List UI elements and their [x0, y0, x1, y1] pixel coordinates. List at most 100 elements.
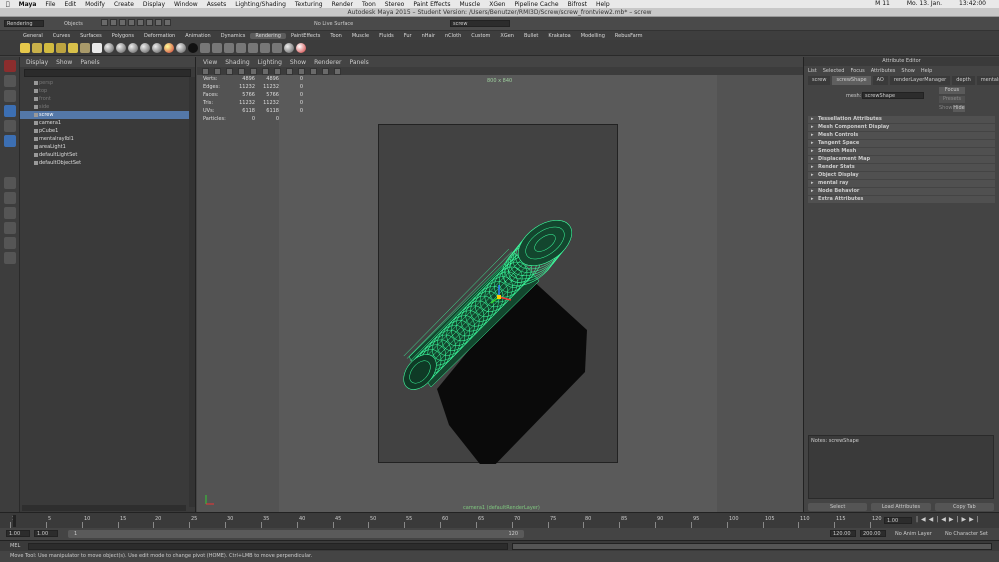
live-surface-label[interactable]: No Live Surface — [314, 21, 353, 27]
shelf-tab-rendering[interactable]: Rendering — [250, 32, 286, 39]
attr-menu-selected[interactable]: Selected — [823, 68, 845, 74]
textured-icon[interactable] — [274, 68, 281, 75]
apple-icon[interactable]:  — [6, 1, 10, 8]
outliner-item[interactable]: defaultLightSet — [20, 151, 195, 159]
rebus-icon[interactable] — [296, 42, 306, 53]
attr-section[interactable]: Tessellation Attributes — [808, 116, 995, 123]
presets-button[interactable]: Presets — [939, 96, 965, 103]
attr-tab[interactable]: screw — [808, 76, 831, 85]
shelf-tab-surfaces[interactable]: Surfaces — [75, 33, 107, 39]
layout-four-icon[interactable] — [4, 192, 16, 204]
menu-xgen[interactable]: XGen — [489, 1, 505, 8]
anim-layer-dropdown[interactable]: No Anim Layer — [895, 531, 932, 537]
shelf-tab-bullet[interactable]: Bullet — [519, 33, 543, 39]
outliner-item[interactable]: defaultObjectSet — [20, 159, 195, 167]
attr-section[interactable]: Tangent Space — [808, 140, 995, 147]
shelf-tab-ncloth[interactable]: nCloth — [440, 33, 466, 39]
outliner-item[interactable]: pCube1 — [20, 127, 195, 135]
outliner-scrollbar[interactable] — [189, 77, 195, 507]
shelf-tab-curves[interactable]: Curves — [48, 33, 75, 39]
menu-render[interactable]: Render — [332, 1, 353, 8]
layered-shader-icon[interactable] — [176, 42, 186, 53]
play-icon[interactable]: ▶ — [949, 516, 957, 523]
time-slider[interactable]: 1510152025303540455055606570758085909510… — [0, 512, 999, 528]
shelf-tab-rebusfarm[interactable]: RebusFarm — [610, 33, 648, 39]
blinn-shader-icon[interactable] — [104, 42, 114, 53]
render-settings-icon[interactable] — [164, 19, 171, 26]
viewport[interactable]: Verts: 4896 4896 0 Edges: 11232 11232 0 Faces: 57… — [197, 75, 803, 512]
attr-tab[interactable]: mentalrayIt — [976, 76, 999, 85]
layout-graph-icon[interactable] — [4, 237, 16, 249]
ipr-render-icon[interactable] — [236, 42, 246, 53]
layout-single-icon[interactable] — [4, 177, 16, 189]
menu-set-dropdown[interactable]: Rendering — [4, 20, 44, 27]
render-frame-icon[interactable] — [224, 42, 234, 53]
attr-tab[interactable]: screwShape — [832, 76, 871, 85]
attr-section[interactable]: Smooth Mesh — [808, 148, 995, 155]
viewport-menu-renderer[interactable]: Renderer — [314, 59, 341, 66]
attr-tab[interactable]: depth — [952, 76, 975, 85]
mental-ray-icon[interactable] — [284, 42, 294, 53]
render-icon[interactable] — [146, 19, 153, 26]
volume-light-icon[interactable] — [68, 42, 78, 53]
wireframe-icon[interactable] — [250, 68, 257, 75]
grid-toggle-icon[interactable] — [238, 68, 245, 75]
snap-point-icon[interactable] — [119, 19, 126, 26]
menu-muscle[interactable]: Muscle — [459, 1, 480, 8]
render-globals-icon[interactable] — [248, 42, 258, 53]
ipr-icon[interactable] — [155, 19, 162, 26]
resolution-gate-icon[interactable] — [334, 68, 341, 75]
hypershade-icon[interactable] — [92, 42, 102, 53]
shelf-tab-modelling[interactable]: Modelling — [576, 33, 610, 39]
paint-select-icon[interactable] — [4, 90, 16, 102]
point-light-icon[interactable] — [44, 42, 54, 53]
shelf-tab-dynamics[interactable]: Dynamics — [216, 33, 251, 39]
attr-menu-focus[interactable]: Focus — [850, 68, 864, 74]
step-back-icon[interactable]: ◀| — [929, 516, 942, 523]
shelf-tab-fluids[interactable]: Fluids — [374, 33, 399, 39]
menu-create[interactable]: Create — [114, 1, 134, 8]
camera-select-icon[interactable] — [202, 68, 209, 75]
ramp-shader-icon[interactable] — [164, 42, 174, 53]
shelf-tab-animation[interactable]: Animation — [180, 33, 216, 39]
play-back-icon[interactable]: ◀ — [941, 516, 949, 523]
layout-side-icon[interactable] — [4, 207, 16, 219]
shelf-tab-custom[interactable]: Custom — [466, 33, 495, 39]
shelf-tab-nhair[interactable]: nHair — [417, 33, 440, 39]
outliner-menu-panels[interactable]: Panels — [80, 59, 99, 66]
go-end-icon[interactable]: ▶| — [969, 516, 982, 523]
isolate-icon[interactable] — [322, 68, 329, 75]
step-forward-icon[interactable]: |▶ — [957, 516, 970, 523]
attr-menu-help[interactable]: Help — [921, 68, 932, 74]
phonge-shader-icon[interactable] — [140, 42, 150, 53]
outliner-item[interactable]: persp — [20, 79, 195, 87]
copy-tab-button[interactable]: Copy Tab — [934, 503, 994, 511]
show-button[interactable]: Show — [939, 105, 953, 112]
end-time-field[interactable]: 200.00 — [860, 530, 886, 537]
viewport-menu-lighting[interactable]: Lighting — [258, 59, 282, 66]
menu-edit[interactable]: Edit — [64, 1, 76, 8]
menu-texturing[interactable]: Texturing — [295, 1, 323, 8]
mesh-name-field[interactable]: screwShape — [862, 92, 924, 99]
snap-grid-icon[interactable] — [101, 19, 108, 26]
rotate-tool-icon[interactable] — [4, 120, 16, 132]
area-light-icon[interactable] — [56, 42, 66, 53]
range-slider[interactable]: 1 120 — [68, 530, 524, 538]
outliner-item[interactable]: mentalrayIbl1 — [20, 135, 195, 143]
menu-toon[interactable]: Toon — [362, 1, 376, 8]
ambient-light-icon[interactable] — [80, 42, 90, 53]
playback-end-field[interactable]: 120.00 — [830, 530, 856, 537]
shelf-tab-krakatoa[interactable]: Krakatoa — [543, 33, 575, 39]
load-attributes-button[interactable]: Load Attributes — [871, 503, 931, 511]
menu-lighting-shading[interactable]: Lighting/Shading — [235, 1, 286, 8]
menu-paint-effects[interactable]: Paint Effects — [413, 1, 450, 8]
attr-tab[interactable]: AO — [872, 76, 888, 85]
attr-section[interactable]: Render Stats — [808, 164, 995, 171]
scale-tool-icon[interactable] — [4, 135, 16, 147]
attr-menu-show[interactable]: Show — [901, 68, 915, 74]
shelf-tab-painteffects[interactable]: PaintEffects — [286, 33, 325, 39]
shelf-tab-deformation[interactable]: Deformation — [139, 33, 180, 39]
hide-button[interactable]: Hide — [953, 105, 965, 112]
menu-pipeline-cache[interactable]: Pipeline Cache — [515, 1, 559, 8]
outliner-menu-show[interactable]: Show — [56, 59, 72, 66]
